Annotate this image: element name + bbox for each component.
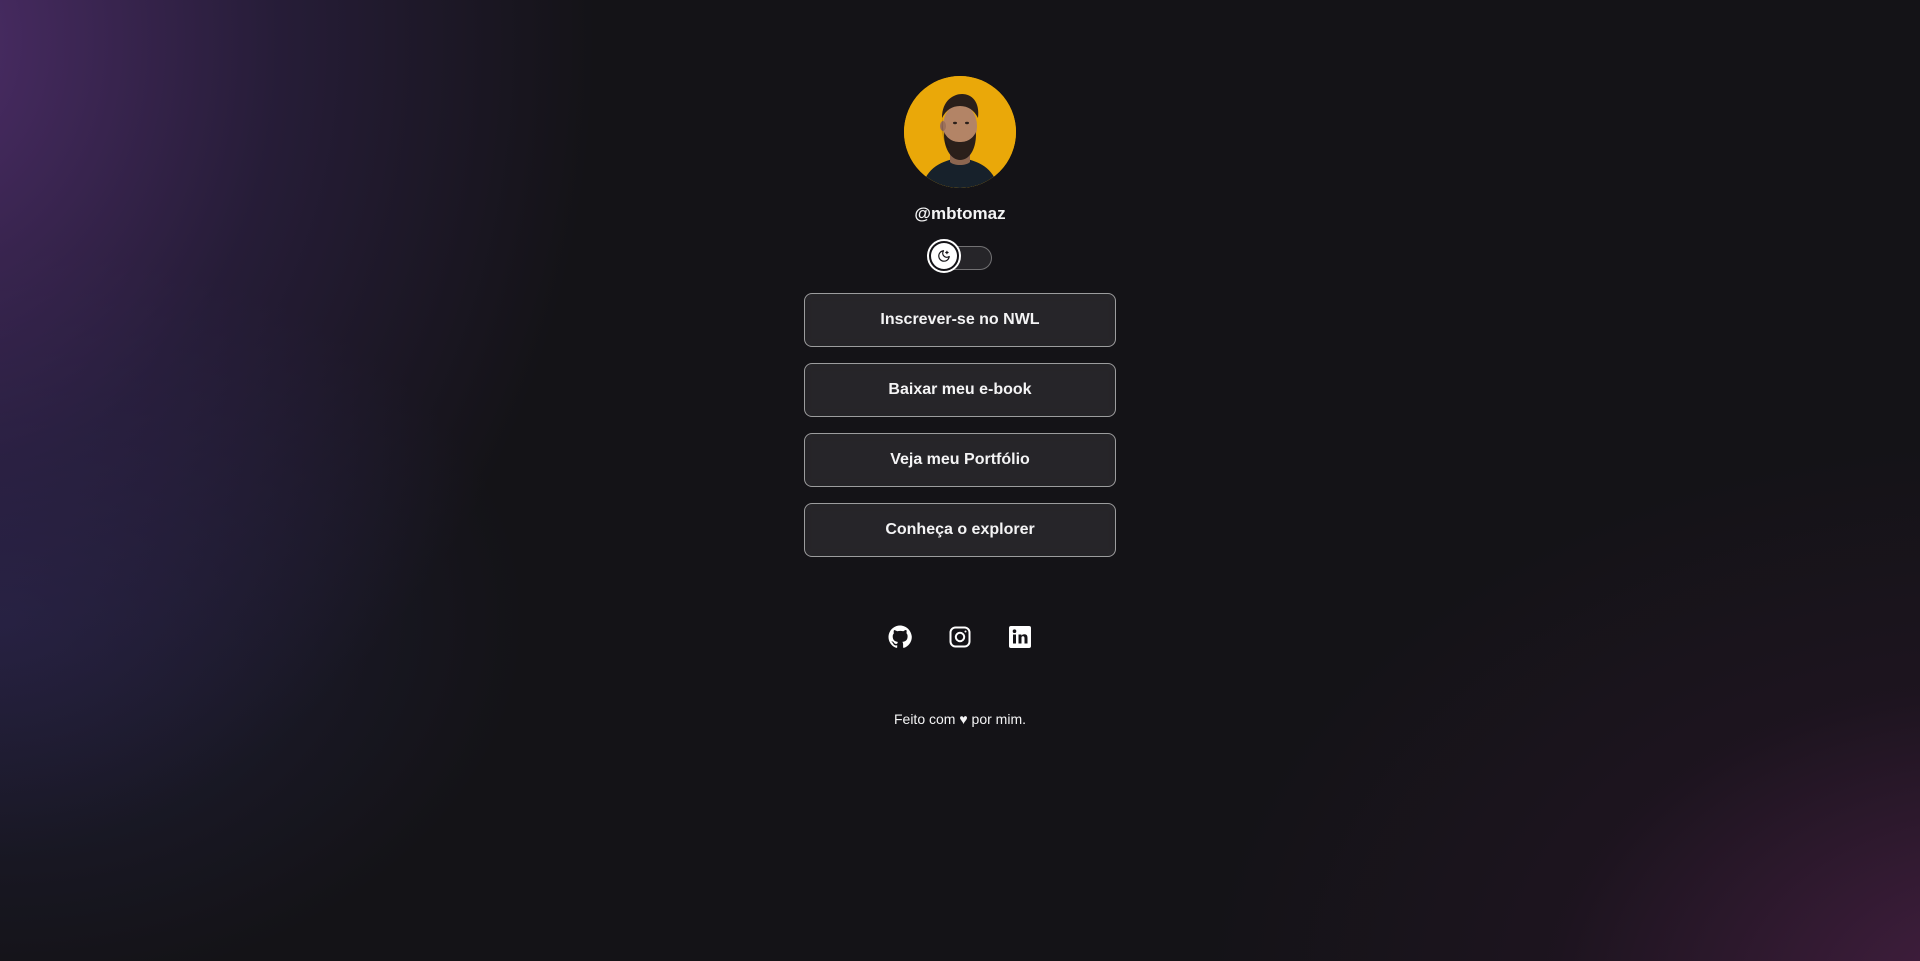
github-icon[interactable] [888,625,912,649]
portfolio-link-button[interactable]: Veja meu Portfólio [804,433,1116,487]
link-item: Inscrever-se no NWL [804,293,1116,347]
link-item: Baixar meu e-book [804,363,1116,417]
username: @mbtomaz [914,204,1006,223]
theme-switch[interactable] [927,239,992,273]
ebook-link-button[interactable]: Baixar meu e-book [804,363,1116,417]
link-item: Veja meu Portfólio [804,433,1116,487]
footer-text: Feito com ♥ por mim. [894,709,1026,729]
link-item: Conheça o explorer [804,503,1116,557]
footer-text-after: por mim. [971,711,1026,727]
avatar-photo [904,76,1016,188]
heart-icon: ♥ [959,711,968,727]
social-links [888,625,1032,649]
nwl-link-button[interactable]: Inscrever-se no NWL [804,293,1116,347]
instagram-icon[interactable] [948,625,972,649]
theme-switch-knob[interactable] [927,239,961,273]
linkedin-icon[interactable] [1008,625,1032,649]
moon-icon [931,243,957,269]
footer-text-before: Feito com [893,711,956,727]
main-container: @mbtomaz Inscrever-se no NWL Baixar meu … [804,0,1116,729]
avatar [904,76,1016,188]
explorer-link-button[interactable]: Conheça o explorer [804,503,1116,557]
link-list: Inscrever-se no NWL Baixar meu e-book Ve… [804,293,1116,573]
